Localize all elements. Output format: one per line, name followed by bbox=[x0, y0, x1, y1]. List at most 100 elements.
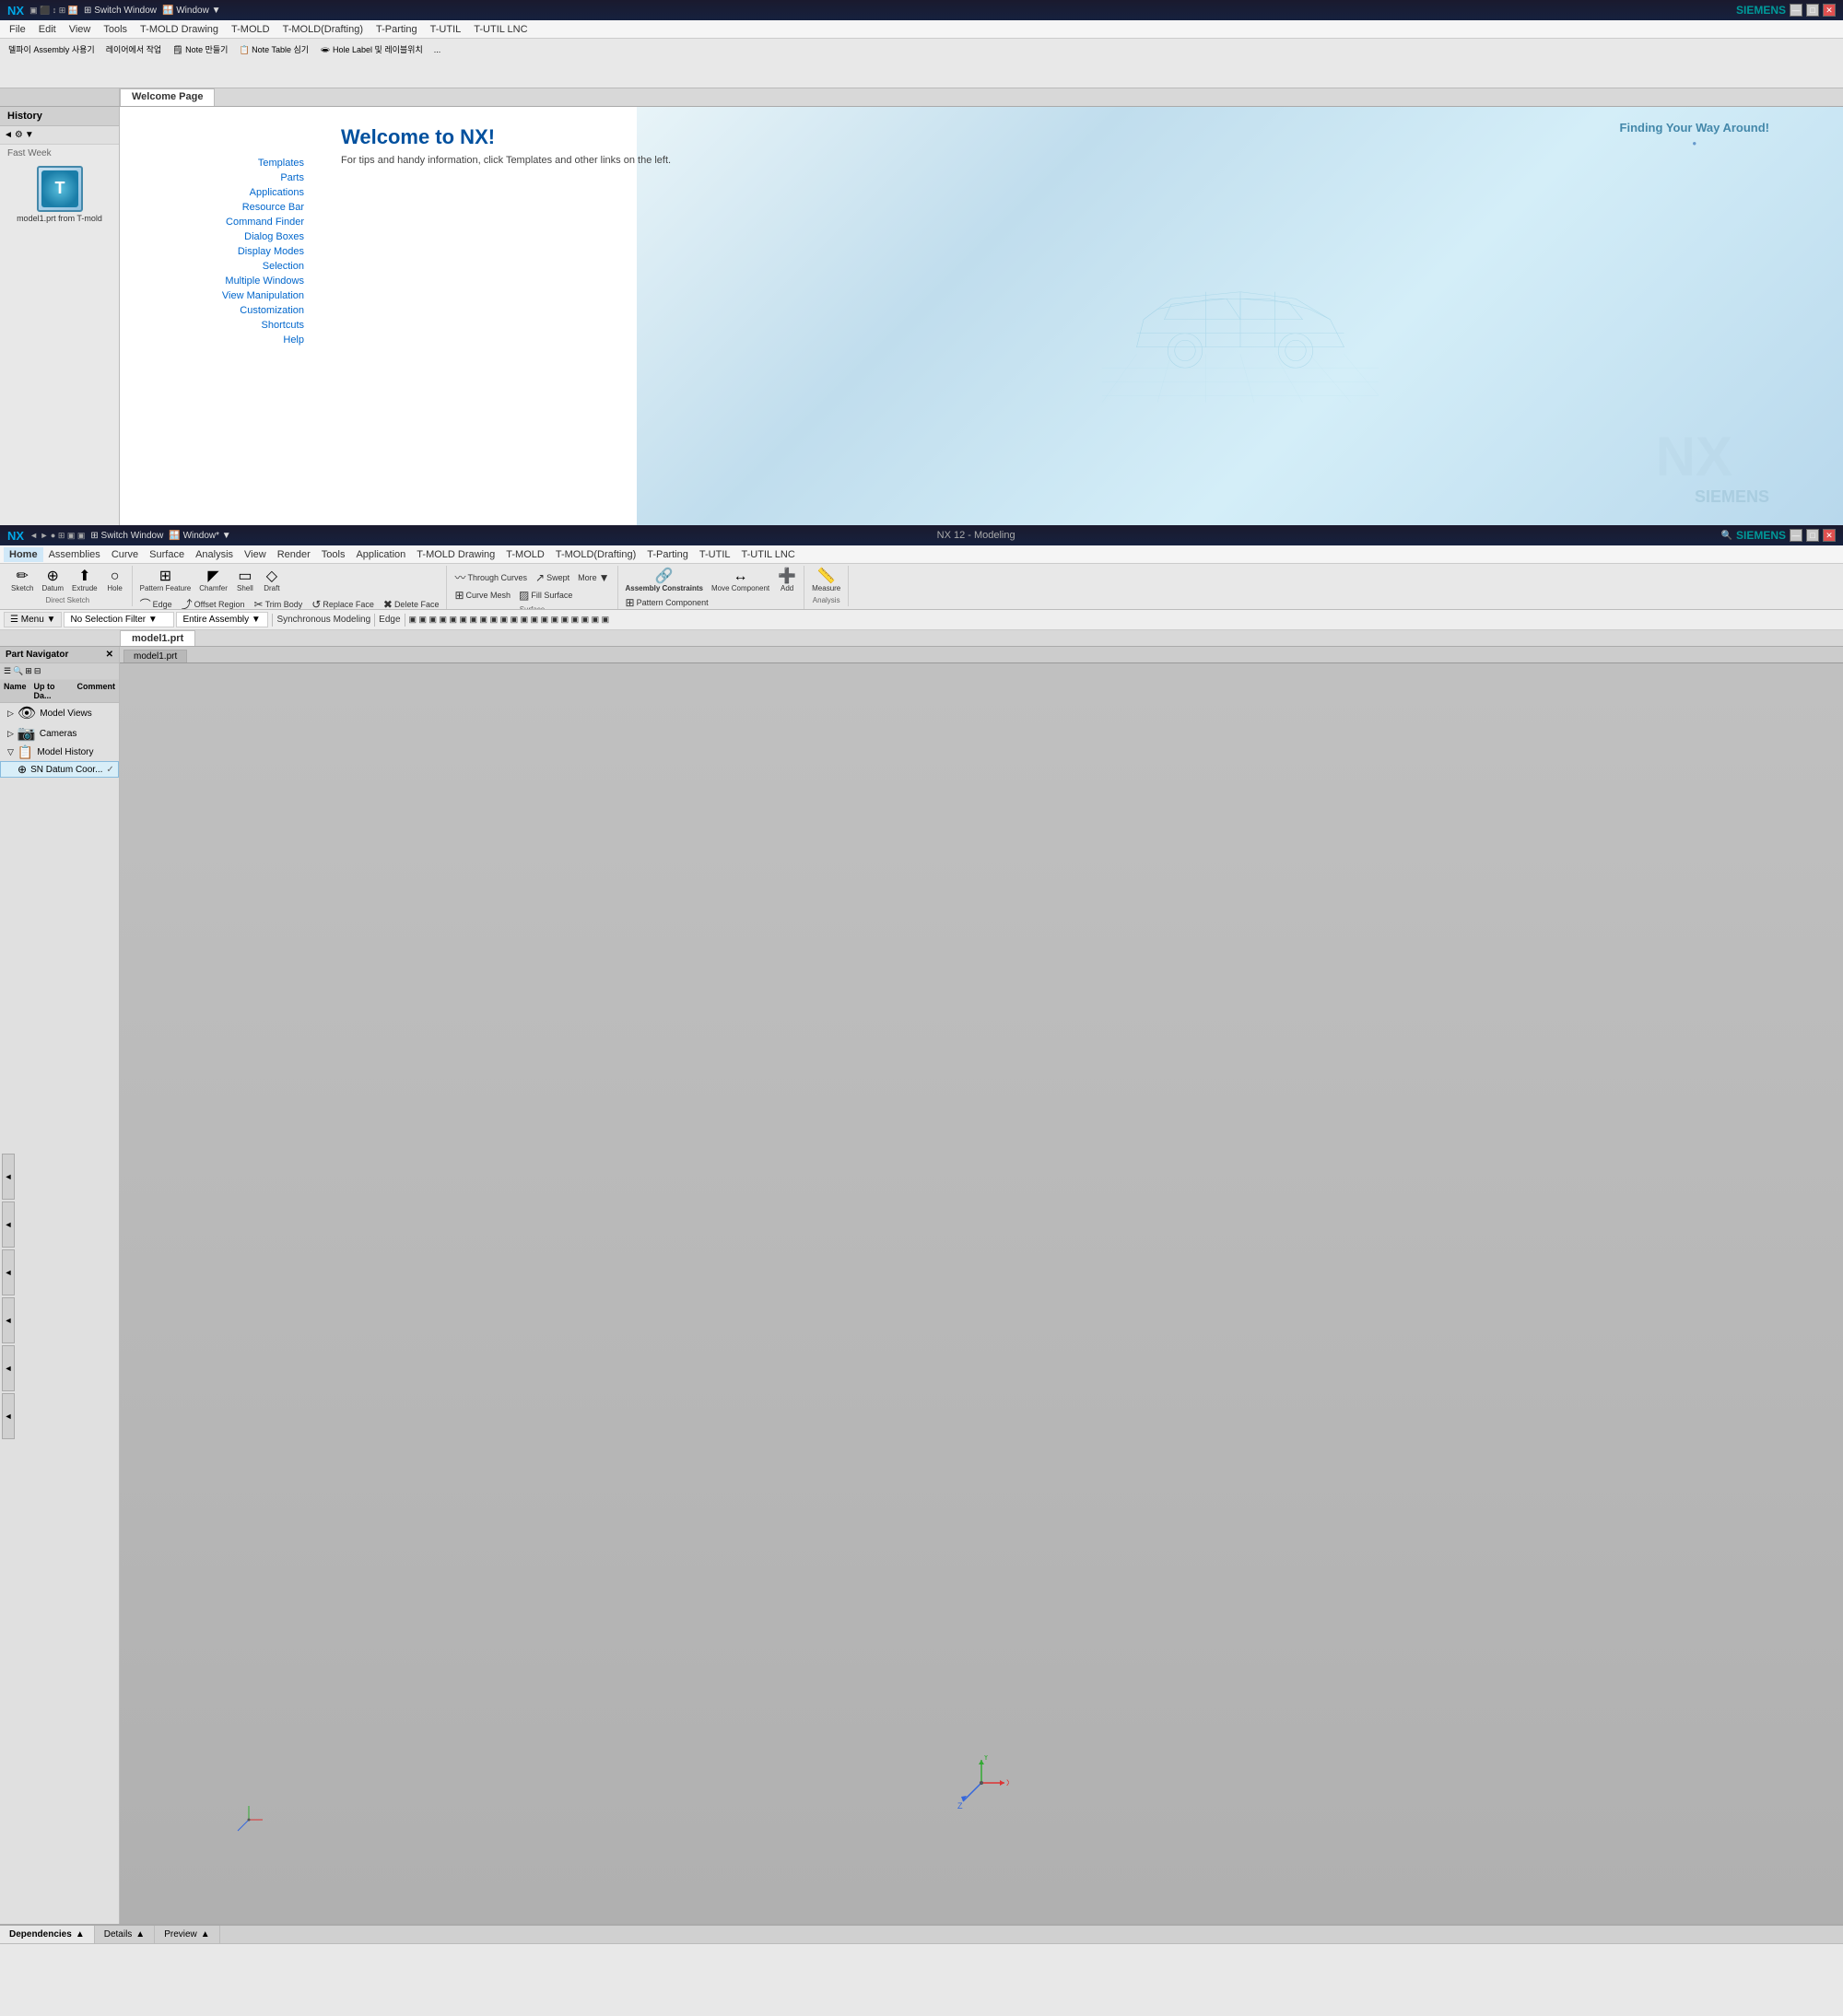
link-multiple-windows[interactable]: Multiple Windows bbox=[157, 275, 323, 287]
trim-body-btn[interactable]: ✂ Trim Body bbox=[251, 594, 307, 610]
left-side-btn6[interactable]: ◄ bbox=[2, 1393, 15, 1439]
bottom-search[interactable]: 🔍 bbox=[1721, 531, 1732, 541]
part-nav-columns-btn[interactable]: ☰ bbox=[4, 666, 11, 676]
bottom-menu-assemblies[interactable]: Assemblies bbox=[43, 547, 106, 562]
through-curves-btn[interactable]: 〰 Through Curves bbox=[451, 568, 531, 587]
draft-btn[interactable]: ◇ Draft bbox=[259, 568, 285, 594]
3d-viewport[interactable]: X Y Z bbox=[120, 663, 1843, 1924]
minimize-btn-top[interactable]: — bbox=[1790, 4, 1802, 17]
bottom-window-dropdown[interactable]: 🪟 Window* ▼ bbox=[169, 531, 230, 541]
bottom-menu-surface[interactable]: Surface bbox=[144, 547, 190, 562]
menu-t-util[interactable]: T-UTIL bbox=[425, 22, 467, 37]
entire-assembly-dropdown[interactable]: Entire Assembly ▼ bbox=[176, 612, 268, 627]
nav-model-views[interactable]: ▷ 👁 Model Views bbox=[0, 703, 119, 723]
welcome-page-tab[interactable]: Welcome Page bbox=[120, 88, 215, 106]
bottom-menu-home[interactable]: Home bbox=[4, 547, 43, 562]
menu-t-parting[interactable]: T-Parting bbox=[370, 22, 423, 37]
minimize-btn-bottom[interactable]: — bbox=[1790, 529, 1802, 542]
toolbar-note-table-btn[interactable]: 📋 Note Table 심기 bbox=[234, 41, 313, 58]
extrude-btn[interactable]: ⬆ Extrude bbox=[68, 568, 101, 594]
toolbar-delphi-btn[interactable]: 델파이 Assembly 사용기 bbox=[4, 41, 100, 58]
part-nav-expand-btn[interactable]: ⊞ bbox=[25, 666, 32, 676]
delete-face-btn[interactable]: ✖ Delete Face bbox=[380, 594, 443, 610]
link-resource-bar[interactable]: Resource Bar bbox=[157, 202, 323, 213]
bottom-menu-t-parting[interactable]: T-Parting bbox=[641, 547, 694, 562]
bottom-menu-application[interactable]: Application bbox=[350, 547, 411, 562]
close-btn-top[interactable]: ✕ bbox=[1823, 4, 1836, 17]
toolbar-more-tools[interactable]: ... bbox=[429, 42, 446, 57]
link-applications[interactable]: Applications bbox=[157, 187, 323, 198]
left-side-btn3[interactable]: ◄ bbox=[2, 1249, 15, 1295]
curve-mesh-btn[interactable]: ⊞ Curve Mesh bbox=[451, 587, 514, 604]
move-component-btn[interactable]: ↔ Move Component bbox=[708, 568, 773, 594]
more-btn[interactable]: More ▼ bbox=[574, 568, 613, 587]
pattern-component-btn[interactable]: ⊞ Pattern Component bbox=[622, 594, 712, 610]
measure-btn[interactable]: 📏 Measure bbox=[808, 568, 844, 594]
history-back-btn[interactable]: ◄ bbox=[4, 130, 13, 140]
bottom-switch-window[interactable]: ⊞ Switch Window bbox=[90, 531, 163, 541]
part-nav-collapse-btn[interactable]: ⊟ bbox=[34, 666, 41, 676]
link-dialog-boxes[interactable]: Dialog Boxes bbox=[157, 231, 323, 242]
left-side-btn5[interactable]: ◄ bbox=[2, 1345, 15, 1391]
add-btn[interactable]: ➕ Add bbox=[774, 568, 800, 594]
link-display-modes[interactable]: Display Modes bbox=[157, 246, 323, 257]
bottom-menu-tmold[interactable]: T-MOLD bbox=[500, 547, 550, 562]
link-shortcuts[interactable]: Shortcuts bbox=[157, 320, 323, 331]
preview-tab[interactable]: Preview ▲ bbox=[155, 1926, 219, 1943]
part-nav-close[interactable]: ✕ bbox=[106, 650, 113, 660]
menu-tmold-drafting[interactable]: T-MOLD(Drafting) bbox=[277, 22, 369, 37]
bottom-menu-t-util[interactable]: T-UTIL bbox=[694, 547, 736, 562]
left-side-btn2[interactable]: ◄ bbox=[2, 1201, 15, 1248]
dependencies-tab[interactable]: Dependencies ▲ bbox=[0, 1926, 95, 1943]
hole-btn[interactable]: ○ Hole bbox=[102, 568, 128, 594]
menu-file[interactable]: File bbox=[4, 22, 31, 37]
link-customization[interactable]: Customization bbox=[157, 305, 323, 316]
menu-tools[interactable]: Tools bbox=[98, 22, 133, 37]
pattern-feature-btn[interactable]: ⊞ Pattern Feature bbox=[136, 568, 195, 594]
part-nav-filter-btn[interactable]: 🔍 bbox=[13, 666, 23, 676]
window-dropdown[interactable]: 🪟 Window ▼ bbox=[162, 6, 220, 16]
sketch-btn[interactable]: ✏ Sketch bbox=[7, 568, 37, 594]
nav-model-history[interactable]: ▽ 📋 Model History bbox=[0, 744, 119, 761]
offset-region-btn[interactable]: ⤴ Offset Region bbox=[178, 594, 249, 610]
swept-btn[interactable]: ↗ Swept bbox=[532, 568, 573, 587]
preview-expand[interactable]: ▲ bbox=[201, 1929, 210, 1940]
viewport-tab-model[interactable]: model1.prt bbox=[123, 650, 187, 662]
close-btn-bottom[interactable]: ✕ bbox=[1823, 529, 1836, 542]
link-view-manipulation[interactable]: View Manipulation bbox=[157, 290, 323, 301]
bottom-menu-tmold-drawing[interactable]: T-MOLD Drawing bbox=[411, 547, 500, 562]
chamfer-btn[interactable]: ◤ Chamfer bbox=[195, 568, 231, 594]
toolbar-hole-label-btn[interactable]: 🕳 Hole Label 및 레이블위치 bbox=[315, 41, 428, 58]
shell-btn[interactable]: ▭ Shell bbox=[232, 568, 258, 594]
bottom-menu-curve[interactable]: Curve bbox=[106, 547, 144, 562]
toolbar-note-btn[interactable]: 🗒 Note 만들기 bbox=[168, 41, 232, 58]
link-help[interactable]: Help bbox=[157, 334, 323, 346]
toolbar-layer-btn[interactable]: 레이어에서 작업 bbox=[101, 41, 166, 58]
left-side-btn4[interactable]: ◄ bbox=[2, 1297, 15, 1343]
left-side-btn1[interactable]: ◄ bbox=[2, 1154, 15, 1200]
details-tab[interactable]: Details ▲ bbox=[95, 1926, 155, 1943]
bottom-menu-view[interactable]: View bbox=[239, 547, 272, 562]
history-expand-btn[interactable]: ▼ bbox=[25, 130, 34, 140]
nav-datum-csys[interactable]: ⊕ SN Datum Coor... ✓ bbox=[0, 761, 119, 778]
replace-face-btn[interactable]: ↺ Replace Face bbox=[308, 594, 378, 610]
link-templates[interactable]: Templates bbox=[157, 158, 323, 169]
link-selection[interactable]: Selection bbox=[157, 261, 323, 272]
history-settings-btn[interactable]: ⚙ bbox=[15, 130, 23, 140]
dependencies-expand[interactable]: ▲ bbox=[76, 1929, 85, 1940]
menu-t-util-lnc[interactable]: T-UTIL LNC bbox=[468, 22, 533, 37]
selection-filter-dropdown[interactable]: No Selection Filter ▼ bbox=[64, 612, 174, 627]
menu-edit[interactable]: Edit bbox=[33, 22, 62, 37]
history-item[interactable]: T model1.prt from T-mold bbox=[0, 162, 119, 227]
menu-tmold[interactable]: T-MOLD bbox=[226, 22, 276, 37]
assembly-constraints-ribbon-btn[interactable]: 🔗 Assembly Constraints bbox=[622, 568, 707, 594]
switch-window-btn[interactable]: ⊞ Switch Window bbox=[84, 6, 157, 16]
details-expand[interactable]: ▲ bbox=[135, 1929, 145, 1940]
modeling-viewport[interactable]: model1.prt bbox=[120, 647, 1843, 1924]
fill-surface-btn[interactable]: ▨ Fill Surface bbox=[515, 587, 576, 604]
menu-tmold-drawing[interactable]: T-MOLD Drawing bbox=[135, 22, 224, 37]
bottom-menu-tmold-drafting[interactable]: T-MOLD(Drafting) bbox=[550, 547, 641, 562]
model-tab[interactable]: model1.prt bbox=[120, 630, 195, 646]
bottom-menu-analysis[interactable]: Analysis bbox=[190, 547, 239, 562]
maximize-btn-top[interactable]: □ bbox=[1806, 4, 1819, 17]
